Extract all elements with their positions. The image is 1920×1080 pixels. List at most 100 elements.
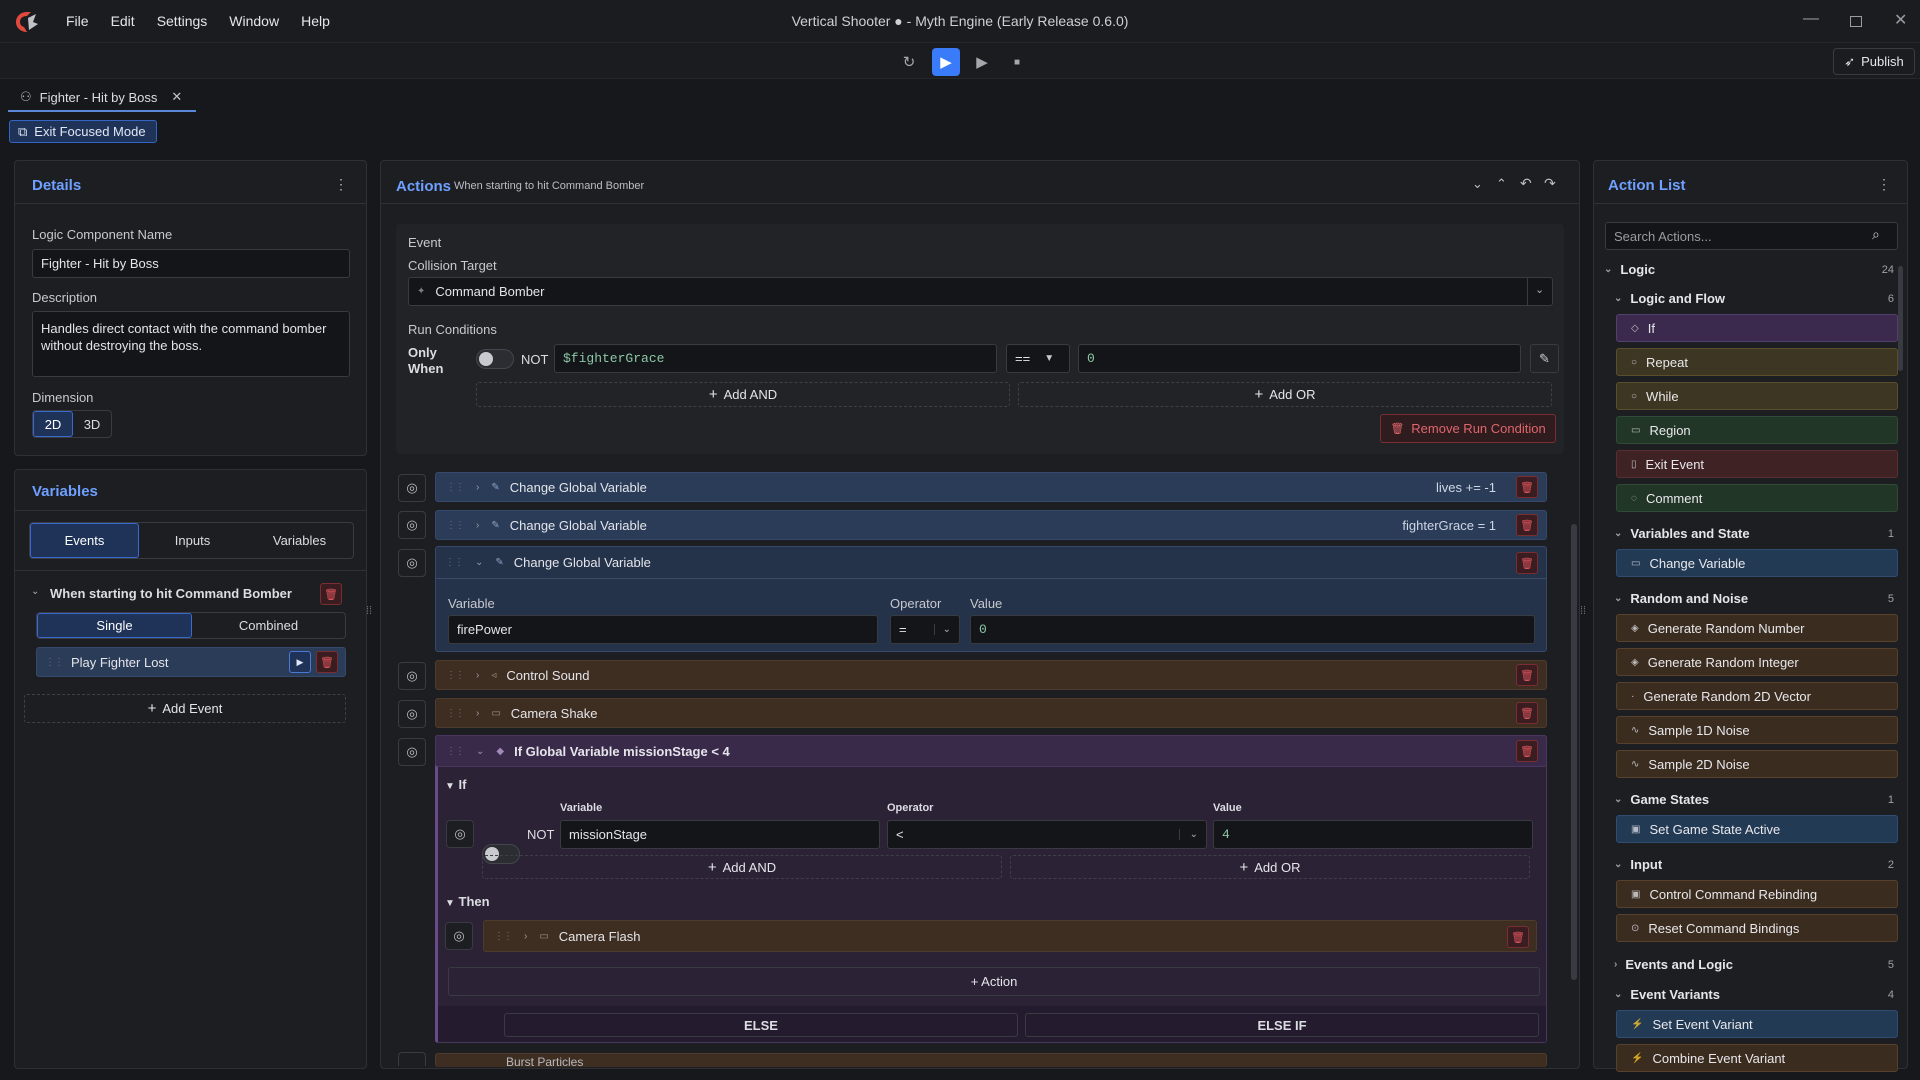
chevron-down-icon[interactable]: ⌄: [475, 557, 483, 568]
remove-run-condition-button[interactable]: 🗑 Remove Run Condition: [1380, 414, 1556, 443]
toggle-condition-icon[interactable]: ◎: [446, 820, 474, 848]
undo-icon[interactable]: ↶: [1520, 175, 1532, 192]
action-item-sample-1d-noise[interactable]: ∿ Sample 1D Noise: [1616, 716, 1898, 744]
mode-combined[interactable]: Combined: [192, 613, 345, 638]
publish-button[interactable]: ➶ Publish: [1833, 48, 1915, 75]
drag-handle-icon[interactable]: ⋮⋮: [446, 520, 465, 531]
splitter-handle-icon[interactable]: ⁞⁞: [366, 605, 372, 617]
action-item-control-command-rebinding[interactable]: ▣ Control Command Rebinding: [1616, 880, 1898, 908]
mode-single[interactable]: Single: [37, 613, 192, 638]
condition-value-input[interactable]: 0: [1078, 344, 1521, 373]
action-row-control-sound[interactable]: ⋮⋮ › ◃ Control Sound: [435, 660, 1547, 690]
category-input[interactable]: ⌄ Input 2: [1614, 857, 1894, 872]
event-title[interactable]: When starting to hit Command Bomber: [50, 586, 292, 601]
action-item-random-2d-vector[interactable]: · Generate Random 2D Vector: [1616, 682, 1898, 710]
delete-action-button[interactable]: 🗑: [1516, 702, 1538, 724]
tab-inputs[interactable]: Inputs: [139, 523, 246, 558]
toggle-action-icon[interactable]: ◎: [398, 511, 426, 539]
chevron-down-icon[interactable]: ⌄: [1535, 283, 1544, 296]
redo-icon[interactable]: ↷: [1544, 175, 1556, 192]
close-window-icon[interactable]: ✕: [1894, 10, 1907, 30]
toggle-action-icon[interactable]: ◎: [398, 738, 426, 766]
category-logic[interactable]: ⌄ Logic 24: [1604, 262, 1894, 277]
action-item-set-event-variant[interactable]: ⚡ Set Event Variant: [1616, 1010, 1898, 1038]
if-variable-input[interactable]: missionStage: [560, 820, 880, 849]
if-add-or-button[interactable]: + Add OR: [1010, 855, 1530, 879]
tab-variables[interactable]: Variables: [246, 523, 353, 558]
delete-action-button[interactable]: 🗑: [1516, 476, 1538, 498]
action-item-combine-event-variant[interactable]: ⚡ Combine Event Variant: [1616, 1044, 1898, 1072]
play-action-button[interactable]: ▶: [289, 651, 311, 673]
edit-condition-icon[interactable]: ✎: [1530, 344, 1559, 373]
dimension-3d[interactable]: 3D: [73, 411, 111, 437]
not-toggle[interactable]: [476, 349, 514, 369]
expand-all-icon[interactable]: ⌃: [1496, 176, 1507, 192]
condition-operator-select[interactable]: == ▼: [1006, 344, 1070, 373]
chevron-right-icon[interactable]: ›: [476, 482, 479, 493]
chevron-down-icon[interactable]: ⌄: [31, 586, 39, 597]
toggle-action-icon[interactable]: ◎: [398, 700, 426, 728]
action-list-menu-icon[interactable]: ⋮: [1877, 176, 1891, 193]
action-item-if[interactable]: ◇ If: [1616, 314, 1898, 342]
minimize-icon[interactable]: —: [1803, 10, 1819, 28]
play-from-here-icon[interactable]: ▶: [968, 48, 996, 76]
value-input[interactable]: 0: [970, 615, 1535, 644]
splitter-handle-icon[interactable]: ⁞⁞: [1580, 605, 1586, 617]
delete-action-button[interactable]: 🗑: [316, 651, 338, 673]
action-row-change-global-variable[interactable]: ⋮⋮ › ✎ Change Global Variable fighterGra…: [435, 510, 1547, 540]
collapse-all-icon[interactable]: ⌄: [1472, 176, 1483, 192]
add-action-button[interactable]: + Action: [448, 967, 1540, 996]
action-item-sample-2d-noise[interactable]: ∿ Sample 2D Noise: [1616, 750, 1898, 778]
then-section[interactable]: ▼ Then: [445, 894, 490, 909]
stop-icon[interactable]: ■: [1003, 48, 1031, 76]
action-item-while[interactable]: ○ While: [1616, 382, 1898, 410]
collision-target-select[interactable]: ✦ Command Bomber: [408, 277, 1553, 306]
chevron-right-icon[interactable]: ›: [524, 931, 527, 942]
action-item-change-variable[interactable]: ▭ Change Variable: [1616, 549, 1898, 577]
drag-handle-icon[interactable]: ⋮⋮: [494, 931, 513, 942]
details-menu-icon[interactable]: ⋮: [334, 176, 348, 193]
chevron-down-icon[interactable]: ⌄: [476, 746, 484, 757]
close-tab-icon[interactable]: ✕: [171, 89, 182, 105]
drag-handle-icon[interactable]: ⋮⋮: [446, 746, 465, 757]
add-and-button[interactable]: + Add AND: [476, 382, 1010, 407]
category-random-and-noise[interactable]: ⌄ Random and Noise 5: [1614, 591, 1894, 606]
toggle-action-icon[interactable]: ◎: [398, 662, 426, 690]
delete-action-button[interactable]: 🗑: [1516, 664, 1538, 686]
description-input[interactable]: Handles direct contact with the command …: [32, 311, 350, 377]
action-row-change-global-variable[interactable]: ⋮⋮ ⌄ ✎ Change Global Variable: [435, 546, 1547, 578]
if-add-and-button[interactable]: + Add AND: [482, 855, 1002, 879]
variable-input[interactable]: firePower: [448, 615, 878, 644]
action-item-comment[interactable]: ◌ Comment: [1616, 484, 1898, 512]
delete-action-button[interactable]: 🗑: [1507, 926, 1529, 948]
action-item-repeat[interactable]: ○ Repeat: [1616, 348, 1898, 376]
chevron-right-icon[interactable]: ›: [476, 520, 479, 531]
action-row-if[interactable]: ⋮⋮ ⌄ ◆ If Global Variable missionStage <…: [435, 735, 1547, 767]
drag-handle-icon[interactable]: ⋮⋮: [45, 657, 64, 668]
else-button[interactable]: ELSE: [504, 1013, 1018, 1037]
toggle-action-icon[interactable]: [398, 1052, 426, 1066]
action-row-camera-shake[interactable]: ⋮⋮ › ▭ Camera Shake: [435, 698, 1547, 728]
drag-handle-icon[interactable]: ⋮⋮: [446, 670, 465, 681]
toggle-action-icon[interactable]: ◎: [398, 474, 426, 502]
actions-scrollbar[interactable]: [1571, 524, 1577, 980]
delete-action-button[interactable]: 🗑: [1516, 552, 1538, 574]
action-item-random-integer[interactable]: ◈ Generate Random Integer: [1616, 648, 1898, 676]
restart-icon[interactable]: ↻: [895, 48, 923, 76]
exit-focused-mode-button[interactable]: ⧉ Exit Focused Mode: [9, 120, 157, 143]
action-item-region[interactable]: ▭ Region: [1616, 416, 1898, 444]
category-logic-and-flow[interactable]: ⌄ Logic and Flow 6: [1614, 291, 1894, 306]
action-item-set-game-state-active[interactable]: ▣ Set Game State Active: [1616, 815, 1898, 843]
drag-handle-icon[interactable]: ⋮⋮: [446, 482, 465, 493]
tab-fighter-hit-by-boss[interactable]: ⚇ Fighter - Hit by Boss ✕: [8, 84, 196, 112]
drag-handle-icon[interactable]: ⋮⋮: [445, 557, 464, 568]
search-icon[interactable]: ⌕: [1872, 226, 1880, 243]
component-name-input[interactable]: Fighter - Hit by Boss: [32, 249, 350, 278]
if-value-input[interactable]: 4: [1213, 820, 1533, 849]
drag-handle-icon[interactable]: ⋮⋮: [446, 708, 465, 719]
if-operator-select[interactable]: < ⌄: [887, 820, 1207, 849]
delete-event-button[interactable]: 🗑: [320, 583, 342, 605]
action-item-exit-event[interactable]: ▯ Exit Event: [1616, 450, 1898, 478]
search-actions-input[interactable]: Search Actions...: [1605, 222, 1898, 250]
delete-action-button[interactable]: 🗑: [1516, 514, 1538, 536]
